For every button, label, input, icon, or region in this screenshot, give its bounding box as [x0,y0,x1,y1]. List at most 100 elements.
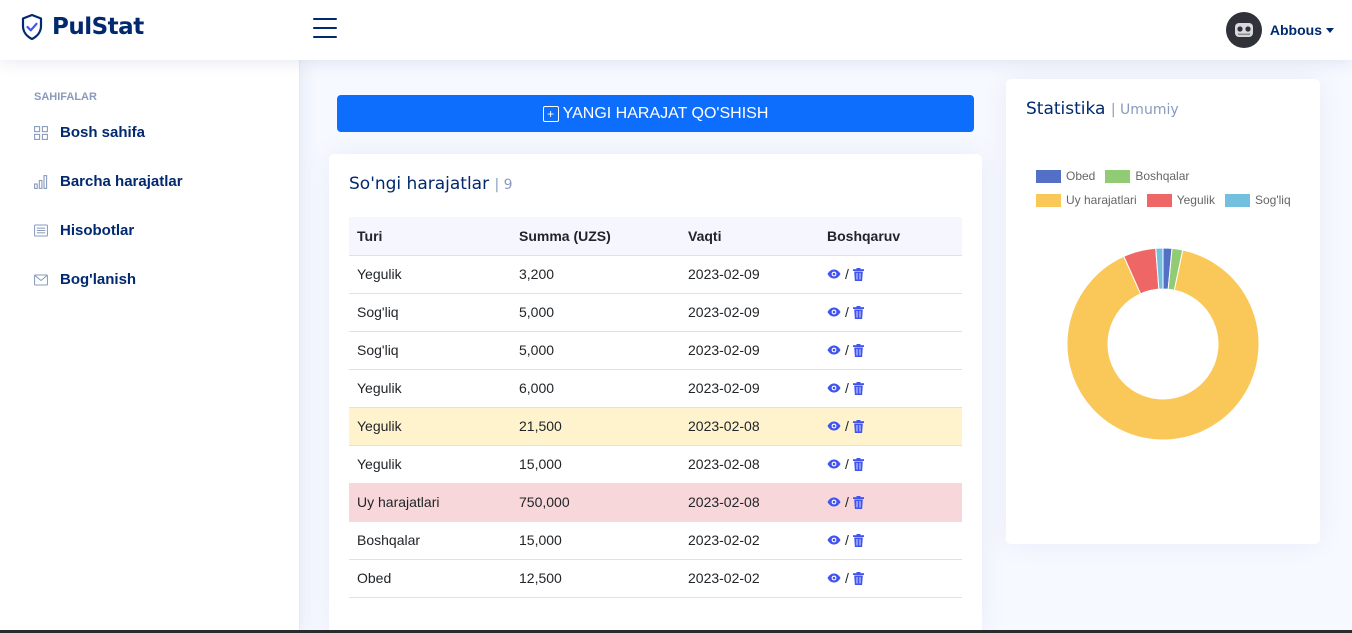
trash-icon[interactable] [852,457,864,471]
cell-type: Sog'liq [349,293,511,332]
trash-icon[interactable] [852,343,864,357]
cell-actions: / [819,559,962,598]
cell-amount: 15,000 [511,521,680,560]
table-row: Yegulik 15,000 2023-02-08 / [349,445,962,484]
sidebar-item-hisobotlar[interactable]: Hisobotlar [34,222,134,239]
cell-date: 2023-02-02 [680,559,819,598]
cell-date: 2023-02-08 [680,445,819,484]
eye-icon[interactable] [827,421,841,431]
hamburger-menu-icon[interactable] [313,18,337,40]
avatar [1225,12,1262,48]
cell-type: Yegulik [349,445,511,484]
recent-expenses-card: So'ngi harajatlar | 9 Turi Summa (UZS) V… [329,154,982,633]
sidebar-item-label: Hisobotlar [60,222,135,239]
trash-icon[interactable] [852,495,864,509]
cell-actions: / [819,369,962,408]
cell-date: 2023-02-09 [680,255,819,294]
cell-type: Yegulik [349,255,511,294]
plus-square-icon: + [542,105,559,122]
table-row: Obed 12,500 2023-02-02 / [349,559,962,598]
eye-icon[interactable] [827,383,841,393]
action-separator: / [845,304,849,320]
trash-icon[interactable] [852,533,864,547]
cell-type: Boshqalar [349,521,511,560]
sidebar-heading: SAHIFALAR [34,91,97,103]
doughnut-chart[interactable] [1006,79,1320,544]
grid-icon [34,125,48,140]
cell-actions: / [819,445,962,484]
envelope-icon [34,273,48,287]
trash-icon[interactable] [852,267,864,281]
action-separator: / [845,266,849,282]
table-row: Boshqalar 15,000 2023-02-02 / [349,521,962,560]
profile-dropdown[interactable]: Abbous [1225,12,1334,48]
bar-chart-icon [34,174,48,189]
cell-type: Uy harajatlari [349,483,511,522]
card-list-icon [34,224,48,238]
trash-icon[interactable] [852,571,864,585]
action-separator: / [845,494,849,510]
column-header-amount[interactable]: Summa (UZS) [511,217,680,256]
sidebar-item-boglanish[interactable]: Bog'lanish [34,271,136,288]
card-title-count: | 9 [494,177,513,193]
table-header-row: Turi Summa (UZS) Vaqti Boshqaruv [349,217,962,256]
cell-type: Obed [349,559,511,598]
action-separator: / [845,380,849,396]
sidebar-item-bosh-sahifa[interactable]: Bosh sahifa [34,124,145,141]
cell-amount: 5,000 [511,331,680,370]
cell-type: Yegulik [349,369,511,408]
eye-icon[interactable] [827,535,841,545]
column-header-type[interactable]: Turi [349,217,511,256]
eye-icon[interactable] [827,497,841,507]
cell-date: 2023-02-02 [680,521,819,560]
table-row: Yegulik 6,000 2023-02-09 / [349,369,962,408]
cell-actions: / [819,407,962,446]
cell-type: Yegulik [349,407,511,446]
action-separator: / [845,456,849,472]
trash-icon[interactable] [852,381,864,395]
recent-expenses-title: So'ngi harajatlar | 9 [349,174,513,194]
cell-date: 2023-02-09 [680,331,819,370]
trash-icon[interactable] [852,419,864,433]
table-row: Sog'liq 5,000 2023-02-09 / [349,331,962,370]
cell-date: 2023-02-08 [680,483,819,522]
column-header-date[interactable]: Vaqti [680,217,819,256]
cell-date: 2023-02-09 [680,369,819,408]
table-row: Yegulik 21,500 2023-02-08 / [349,407,962,446]
action-separator: / [845,570,849,586]
sidebar-item-barcha-harajatlar[interactable]: Barcha harajatlar [34,173,183,190]
sidebar-item-label: Barcha harajatlar [60,173,183,190]
cell-amount: 12,500 [511,559,680,598]
sidebar-item-label: Bosh sahifa [60,124,146,141]
action-separator: / [845,342,849,358]
cell-amount: 750,000 [511,483,680,522]
expenses-table-body: Yegulik 3,200 2023-02-09/Sog'liq 5,000 2023-… [349,255,962,598]
cell-type: Sog'liq [349,331,511,370]
action-separator: / [845,418,849,434]
eye-icon[interactable] [827,307,841,317]
column-header-actions: Boshqaruv [819,217,962,256]
eye-icon[interactable] [827,573,841,583]
sidebar-item-label: Bog'lanish [60,271,137,288]
add-expense-button[interactable]: + YANGI HARAJAT QO'SHISH [337,95,974,132]
cell-date: 2023-02-08 [680,407,819,446]
top-header: PulStat Abbous [0,0,1352,60]
expenses-table: Turi Summa (UZS) Vaqti Boshqaruv Yegulik… [349,217,962,598]
eye-icon[interactable] [827,345,841,355]
shield-check-icon [21,13,43,41]
chevron-down-icon [1326,27,1334,33]
eye-icon[interactable] [827,269,841,279]
action-separator: / [845,532,849,548]
logo[interactable]: PulStat [20,13,144,41]
table-row: Uy harajatlari 750,000 2023-02-08 / [349,483,962,522]
cell-amount: 15,000 [511,445,680,484]
cell-date: 2023-02-09 [680,293,819,332]
eye-icon[interactable] [827,459,841,469]
cell-actions: / [819,255,962,294]
cell-amount: 21,500 [511,407,680,446]
sidebar: SAHIFALAR Bosh sahifa Barcha harajatlar … [0,60,300,633]
card-title-text: So'ngi harajatlar [349,174,490,194]
statistics-card: Statistika | Umumiy Obed Boshqalar Uy ha… [1006,79,1320,544]
table-row: Sog'liq 5,000 2023-02-09 / [349,293,962,332]
trash-icon[interactable] [852,305,864,319]
